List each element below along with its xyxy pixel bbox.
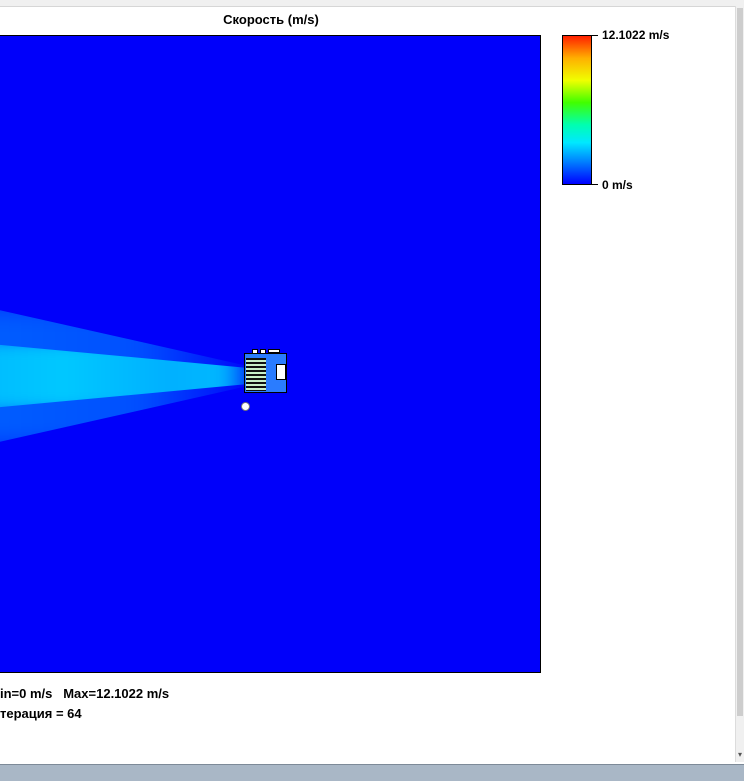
scrollbar-thumb[interactable] — [737, 8, 743, 716]
colorbar-max-tick — [592, 35, 598, 36]
iteration-readout: терация = 64 — [0, 706, 82, 721]
colorbar-max-label: 12.1022 m/s — [602, 28, 670, 42]
scroll-down-icon[interactable]: ▾ — [736, 750, 744, 760]
colorbar-min-label: 0 m/s — [602, 178, 633, 192]
colorbar-min-tick — [592, 184, 598, 185]
air-conditioner-unit — [244, 349, 288, 393]
device-outlet — [276, 364, 286, 380]
probe-point — [241, 402, 250, 411]
color-scale-bar — [562, 35, 592, 185]
vertical-scrollbar[interactable]: ▾ — [735, 6, 744, 762]
plot-title: Скорость (m/s) — [223, 12, 319, 27]
window-bottom-edge — [0, 764, 744, 781]
min-max-readout: in=0 m/s Max=12.1022 m/s — [0, 686, 170, 701]
window-top-edge — [0, 0, 744, 7]
device-grille — [246, 358, 266, 391]
velocity-field-plot[interactable] — [0, 35, 541, 673]
